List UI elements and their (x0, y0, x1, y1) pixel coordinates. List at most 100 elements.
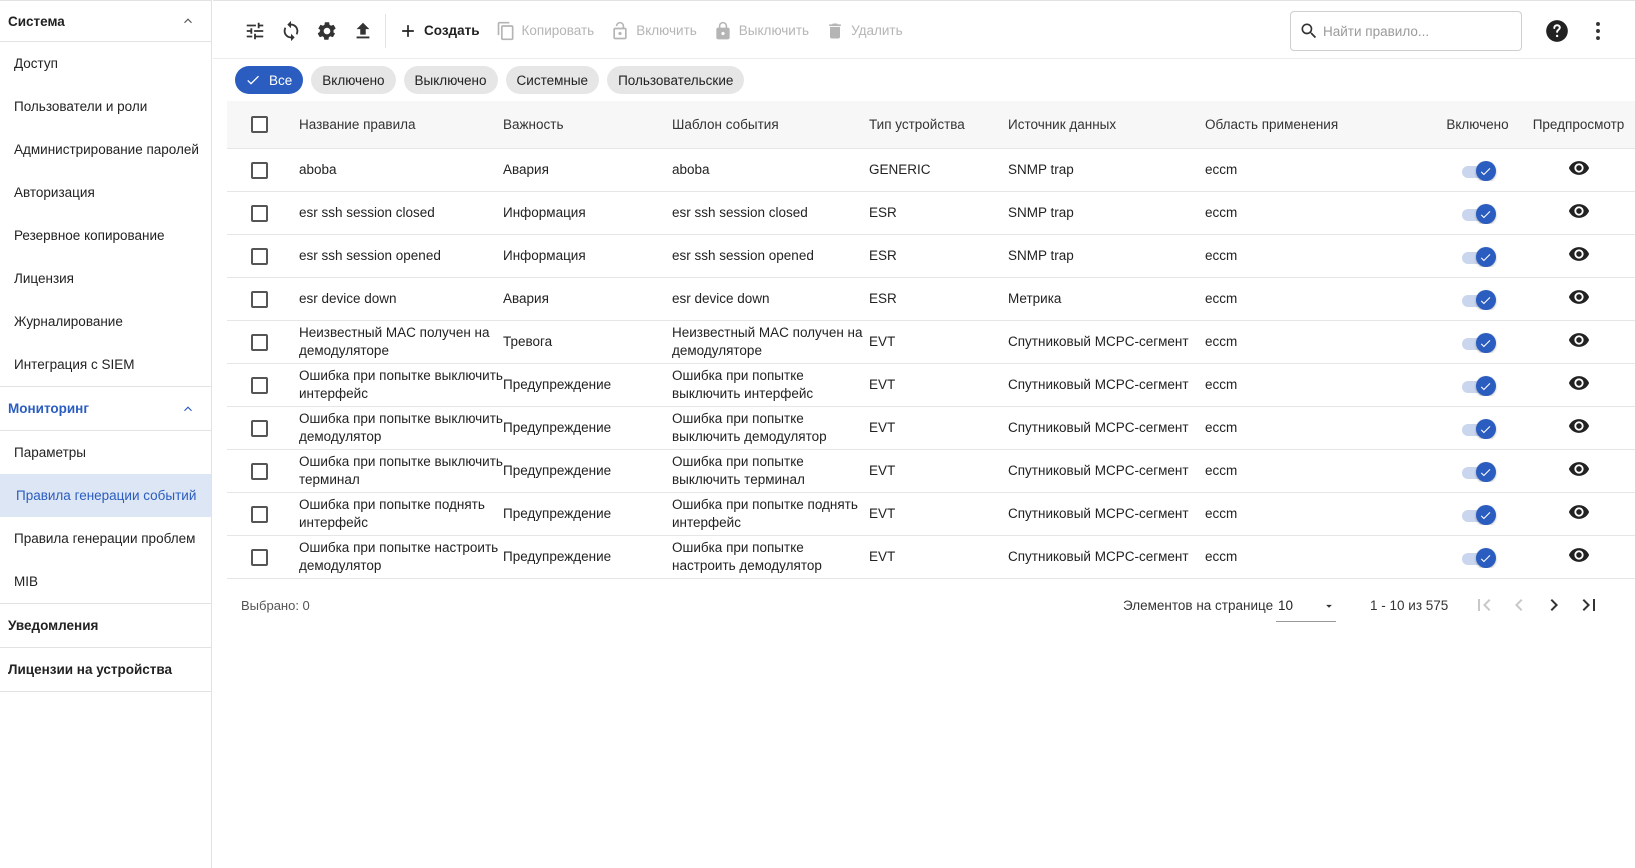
delete-button[interactable]: Удалить (817, 13, 911, 49)
tune-icon[interactable] (237, 13, 273, 49)
table-row[interactable]: Неизвестный MAC получен на демодуляторе Т… (227, 321, 1635, 364)
enabled-toggle[interactable] (1460, 417, 1496, 439)
sidebar-item[interactable]: Лицензия (0, 257, 211, 300)
sidebar-item[interactable]: Журналирование (0, 300, 211, 343)
create-button[interactable]: Создать (390, 13, 488, 49)
prev-page-icon[interactable] (1507, 593, 1531, 617)
enabled-toggle[interactable] (1460, 374, 1496, 396)
table-row[interactable]: esr ssh session opened Информация esr ssh … (227, 235, 1635, 278)
enable-button[interactable]: Включить (602, 13, 705, 49)
header-device-type[interactable]: Тип устройства (869, 116, 1008, 134)
eye-icon[interactable] (1568, 243, 1590, 270)
sidebar-group-monitoring[interactable]: Мониторинг (0, 387, 211, 431)
device-type: EVT (869, 377, 896, 392)
eye-icon[interactable] (1568, 286, 1590, 313)
data-source: Спутниковый MCPC-сегмент (1008, 377, 1189, 392)
more-vert-icon[interactable] (1585, 18, 1611, 44)
header-data-source[interactable]: Источник данных (1008, 116, 1205, 134)
table-row[interactable]: Ошибка при попытке поднять интерфейс Пред… (227, 493, 1635, 536)
eye-icon[interactable] (1568, 544, 1590, 571)
sidebar-item[interactable]: Доступ (0, 42, 211, 85)
eye-icon[interactable] (1568, 200, 1590, 227)
check-icon (1480, 210, 1491, 218)
rule-name: Ошибка при попытке выключить демодулятор (299, 411, 503, 444)
eye-icon[interactable] (1568, 501, 1590, 528)
refresh-icon[interactable] (273, 13, 309, 49)
first-page-icon[interactable] (1472, 593, 1496, 617)
enabled-toggle[interactable] (1460, 460, 1496, 482)
enabled-toggle[interactable] (1460, 331, 1496, 353)
enabled-toggle[interactable] (1460, 245, 1496, 267)
header-severity[interactable]: Важность (503, 116, 672, 134)
sidebar-group-device-licenses[interactable]: Лицензии на устройства (0, 648, 211, 692)
header-enabled[interactable]: Включено (1435, 116, 1520, 134)
enabled-toggle[interactable] (1460, 503, 1496, 525)
filter-chip[interactable]: Системные (505, 66, 600, 94)
row-checkbox[interactable] (250, 505, 268, 523)
device-type: ESR (869, 291, 897, 306)
row-checkbox[interactable] (250, 462, 268, 480)
enabled-toggle[interactable] (1460, 288, 1496, 310)
help-icon[interactable] (1544, 18, 1570, 44)
per-page-select[interactable]: 10 (1276, 590, 1336, 622)
sidebar-item[interactable]: Параметры (0, 431, 211, 474)
sidebar-group-notifications[interactable]: Уведомления (0, 604, 211, 648)
per-page-value: 10 (1278, 598, 1294, 613)
row-checkbox[interactable] (250, 204, 268, 222)
next-page-icon[interactable] (1542, 593, 1566, 617)
sidebar-item[interactable]: Пользователи и роли (0, 85, 211, 128)
scope: eccm (1205, 506, 1238, 521)
filter-chip[interactable]: Пользовательские (607, 66, 745, 94)
header-template[interactable]: Шаблон события (672, 116, 869, 134)
row-checkbox[interactable] (250, 161, 268, 179)
table-row[interactable]: Ошибка при попытке настроить демодулятор… (227, 536, 1635, 579)
delete-label: Удалить (851, 23, 903, 38)
filter-chip[interactable]: Все (235, 66, 304, 94)
search-input[interactable] (1323, 23, 1513, 39)
sidebar-group-system[interactable]: Система (0, 0, 211, 42)
table-row[interactable]: esr ssh session closed Информация esr ssh … (227, 192, 1635, 235)
header-scope[interactable]: Область применения (1205, 116, 1435, 134)
rule-name: esr device down (299, 291, 397, 306)
last-page-icon[interactable] (1577, 593, 1601, 617)
sidebar-item[interactable]: Правила генерации проблем (0, 517, 211, 560)
table-row[interactable]: aboba Авария aboba GENERIC SNMP trap eccm (227, 149, 1635, 192)
row-checkbox[interactable] (250, 548, 268, 566)
table-row[interactable]: Ошибка при попытке выключить интерфейс Пр… (227, 364, 1635, 407)
row-checkbox[interactable] (250, 419, 268, 437)
sidebar-item[interactable]: Администрирование паролей (0, 128, 211, 171)
eye-icon[interactable] (1568, 458, 1590, 485)
row-checkbox[interactable] (250, 376, 268, 394)
sidebar-item-selected[interactable]: Правила генерации событий (0, 474, 211, 517)
sidebar-item[interactable]: Авторизация (0, 171, 211, 214)
table-row[interactable]: Ошибка при попытке выключить демодулятор… (227, 407, 1635, 450)
eye-icon[interactable] (1568, 372, 1590, 399)
row-checkbox[interactable] (250, 290, 268, 308)
row-checkbox[interactable] (250, 333, 268, 351)
sidebar-item[interactable]: MIB (0, 560, 211, 603)
enabled-toggle[interactable] (1460, 202, 1496, 224)
settings-icon[interactable] (309, 13, 345, 49)
sidebar-item[interactable]: Интеграция с SIEM (0, 343, 211, 386)
filter-chip[interactable]: Выключено (403, 66, 498, 94)
filter-chip[interactable]: Включено (311, 66, 396, 94)
table-row[interactable]: Ошибка при попытке выключить терминал Пре… (227, 450, 1635, 493)
row-checkbox[interactable] (250, 247, 268, 265)
eye-icon[interactable] (1568, 415, 1590, 442)
table-row[interactable]: esr device down Авария esr device down ESR М… (227, 278, 1635, 321)
eye-icon[interactable] (1568, 157, 1590, 184)
sidebar-item[interactable]: Резервное копирование (0, 214, 211, 257)
scope: eccm (1205, 205, 1238, 220)
upload-icon[interactable] (345, 13, 381, 49)
toggle-knob (1475, 333, 1496, 353)
disable-button[interactable]: Выключить (705, 13, 817, 49)
copy-button[interactable]: Копировать (488, 13, 603, 49)
sidebar-system-items: Доступ Пользователи и роли Администрирован… (0, 42, 211, 387)
sidebar-group-label: Уведомления (8, 618, 99, 633)
enabled-toggle[interactable] (1460, 546, 1496, 568)
search-box[interactable] (1290, 11, 1522, 51)
header-name[interactable]: Название правила (299, 116, 503, 134)
select-all-checkbox[interactable] (250, 116, 268, 133)
enabled-toggle[interactable] (1460, 159, 1496, 181)
eye-icon[interactable] (1568, 329, 1590, 356)
